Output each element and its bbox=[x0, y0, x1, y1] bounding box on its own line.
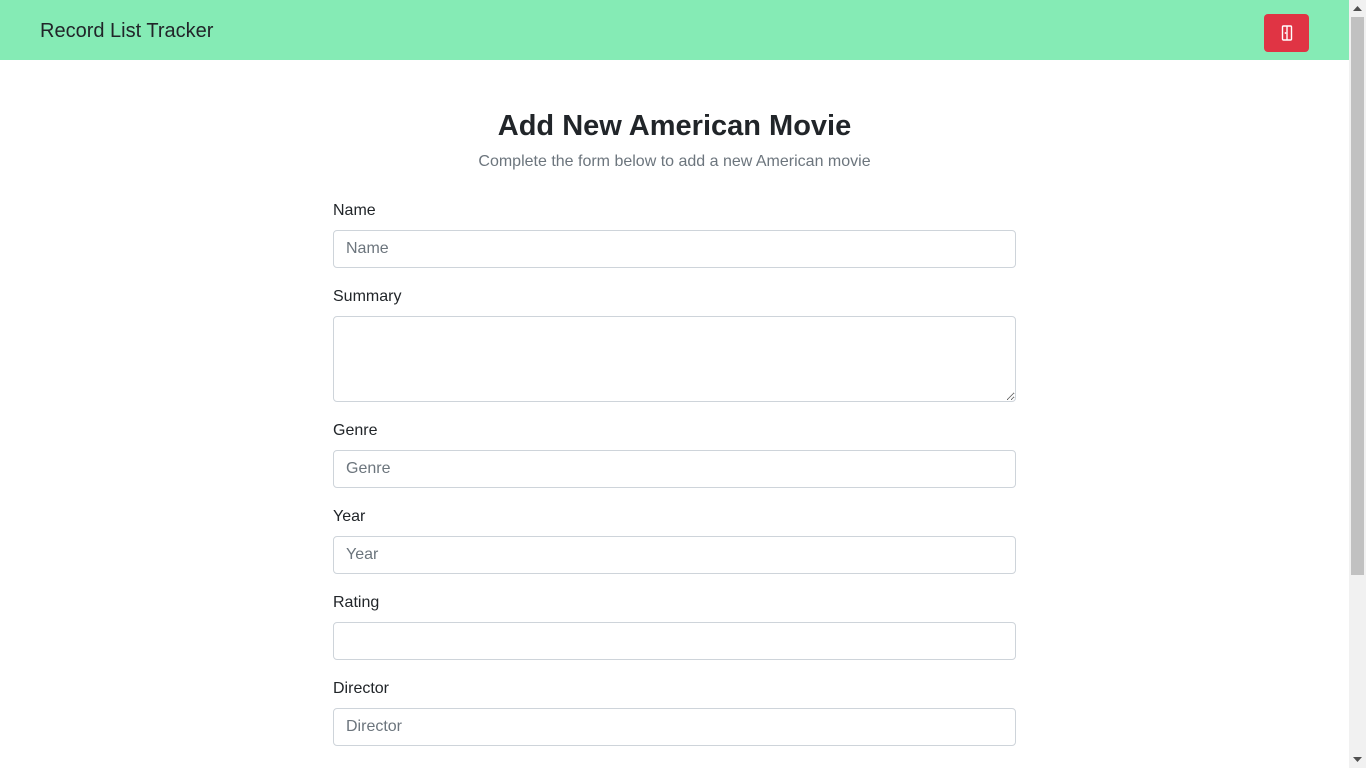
scroll-up-arrow-icon[interactable] bbox=[1349, 0, 1366, 17]
name-input[interactable] bbox=[333, 230, 1016, 268]
page-subtitle: Complete the form below to add a new Ame… bbox=[478, 153, 871, 170]
vertical-scrollbar[interactable] bbox=[1349, 0, 1366, 768]
scroll-down-arrow-icon[interactable] bbox=[1349, 751, 1366, 768]
page: Record List Tracker Add New American Mov… bbox=[0, 0, 1349, 768]
page-title: Add New American Movie bbox=[497, 110, 852, 142]
summary-label: Summary bbox=[333, 288, 402, 305]
genre-label: Genre bbox=[333, 422, 378, 439]
logout-icon bbox=[1280, 25, 1294, 41]
rating-label: Rating bbox=[333, 594, 380, 611]
year-label: Year bbox=[333, 508, 366, 525]
navbar: Record List Tracker bbox=[0, 0, 1349, 60]
genre-input[interactable] bbox=[333, 450, 1016, 488]
logout-button[interactable] bbox=[1264, 14, 1309, 52]
scrollbar-thumb[interactable] bbox=[1351, 17, 1364, 575]
rating-input[interactable] bbox=[333, 622, 1016, 660]
director-input[interactable] bbox=[333, 708, 1016, 746]
year-input[interactable] bbox=[333, 536, 1016, 574]
director-label: Director bbox=[333, 680, 390, 697]
summary-textarea[interactable] bbox=[333, 316, 1016, 402]
name-label: Name bbox=[333, 202, 376, 219]
brand-link[interactable]: Record List Tracker bbox=[40, 18, 213, 44]
